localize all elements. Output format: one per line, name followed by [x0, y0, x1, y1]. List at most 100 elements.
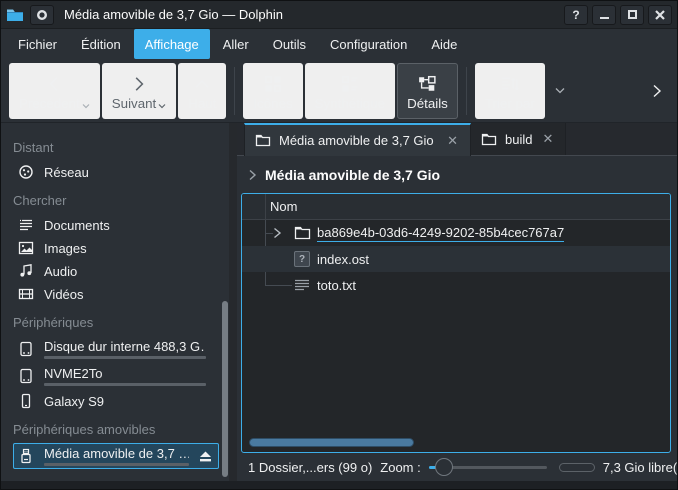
details-view-icon	[418, 71, 436, 93]
file-row-folder[interactable]: ba869e4b-03d6-4249-9202-85b4cec767a7	[242, 220, 670, 246]
menu-aide[interactable]: Aide	[420, 29, 468, 59]
film-icon	[17, 286, 35, 302]
compact-view-icon	[341, 71, 359, 93]
sidebar-item-label: Vidéos	[44, 287, 206, 302]
chevron-right-icon	[248, 169, 257, 181]
chevron-right-icon	[130, 71, 148, 93]
window-bottom-edge	[1, 481, 677, 489]
tab-bar: Média amovible de 3,7 Gio ✕ build ✕	[237, 123, 677, 156]
menu-affichage[interactable]: Affichage	[134, 29, 210, 59]
tab-close-icon[interactable]: ✕	[540, 131, 555, 147]
up-label: Haut	[188, 96, 216, 111]
back-label: Précédent	[19, 96, 80, 111]
unknown-file-icon: ?	[293, 251, 311, 267]
breadcrumb[interactable]: Média amovible de 3,7 Gio	[237, 156, 677, 193]
chevron-up-icon	[193, 71, 211, 93]
file-row-index-ost[interactable]: ? index.ost	[242, 246, 670, 272]
minimize-button[interactable]	[592, 5, 616, 25]
icons-view-label: Icônes	[253, 96, 292, 111]
up-button[interactable]: Haut	[178, 63, 226, 119]
file-row-toto-txt[interactable]: toto.txt	[242, 272, 670, 298]
window-menu-button[interactable]	[30, 5, 54, 25]
sidebar-item-nvme2to[interactable]: NVME2To	[13, 363, 219, 389]
music-note-icon	[17, 263, 35, 279]
menu-aller[interactable]: Aller	[212, 29, 260, 59]
help-button[interactable]: ?	[564, 5, 588, 25]
minimize-icon	[600, 17, 609, 19]
zoom-slider[interactable]	[429, 458, 547, 476]
sidebar-scrollbar[interactable]	[222, 301, 228, 477]
sidebar-item-label: Réseau	[44, 165, 206, 180]
sidebar-item-media-amovible[interactable]: Média amovible de 3,7 …	[13, 443, 219, 469]
disk-usage-bar	[44, 383, 206, 386]
menu-edition[interactable]: Édition	[70, 29, 132, 59]
chevron-down-icon	[158, 103, 166, 109]
details-view-label: Détails	[407, 96, 448, 111]
section-header-peripheriques-amovibles: Périphériques amovibles	[1, 413, 229, 442]
menu-fichier[interactable]: Fichier	[7, 29, 68, 59]
file-view[interactable]: Nom ba869e4b-03d6-424	[241, 193, 671, 453]
toolbar-separator	[234, 67, 235, 115]
sidebar-item-documents[interactable]: Documents	[13, 214, 219, 236]
column-header-nom[interactable]: Nom	[242, 199, 297, 214]
close-button[interactable]	[648, 5, 672, 25]
zoom-slider-handle[interactable]	[435, 458, 453, 476]
file-name[interactable]: index.ost	[317, 252, 369, 267]
folder-icon	[293, 226, 311, 240]
usb-stick-icon	[17, 448, 35, 464]
panel-splitter[interactable]	[229, 123, 237, 481]
folder-icon	[255, 134, 271, 147]
section-header-distant: Distant	[1, 131, 229, 160]
sort-by-label: Trier par	[485, 96, 535, 111]
menu-outils[interactable]: Outils	[262, 29, 317, 59]
file-name[interactable]: toto.txt	[317, 278, 356, 293]
horizontal-scrollbar[interactable]	[249, 438, 414, 447]
toolbar-overflow-button[interactable]	[645, 83, 669, 99]
menu-configuration[interactable]: Configuration	[319, 29, 418, 59]
sidebar-item-videos[interactable]: Vidéos	[13, 283, 219, 305]
disk-usage-bar	[44, 463, 189, 466]
back-button[interactable]: Précédent	[9, 63, 100, 119]
chevron-down-icon	[82, 103, 90, 109]
status-summary: 1 Dossier,...ers (99 o)	[248, 460, 372, 475]
document-lines-icon	[17, 217, 35, 233]
maximize-button[interactable]	[620, 5, 644, 25]
menubar: Fichier Édition Affichage Aller Outils C…	[1, 29, 677, 59]
maximize-icon	[628, 10, 637, 19]
window-title: Média amovible de 3,7 Gio — Dolphin	[64, 7, 558, 22]
sidebar-item-label: Documents	[44, 218, 206, 233]
tab-build[interactable]: build ✕	[471, 123, 566, 155]
sort-dropdown-caret-icon[interactable]	[547, 87, 573, 94]
titlebar[interactable]: Média amovible de 3,7 Gio — Dolphin ?	[1, 1, 677, 29]
circle-badge-icon	[36, 9, 48, 21]
hard-drive-icon	[17, 341, 35, 357]
window-controls: ?	[564, 5, 672, 25]
places-panel: Distant Réseau Chercher Documents	[1, 123, 229, 481]
breadcrumb-location[interactable]: Média amovible de 3,7 Gio	[265, 167, 440, 183]
sort-by-button[interactable]: Trier par	[475, 63, 545, 119]
tab-close-icon[interactable]: ✕	[445, 133, 460, 149]
compact-view-button[interactable]: Synthétique	[305, 63, 395, 119]
window-body: Distant Réseau Chercher Documents	[1, 123, 677, 481]
column-header-row[interactable]: Nom	[242, 194, 670, 220]
sidebar-item-audio[interactable]: Audio	[13, 260, 219, 282]
details-view-button[interactable]: Détails	[397, 63, 458, 119]
sidebar-item-images[interactable]: Images	[13, 237, 219, 259]
chevron-left-icon	[45, 71, 63, 93]
zoom-label: Zoom :	[380, 460, 420, 475]
status-bar: 1 Dossier,...ers (99 o) Zoom : 7,3 Gio l…	[237, 453, 677, 481]
forward-button[interactable]: Suivant	[102, 63, 176, 119]
icons-view-button[interactable]: Icônes	[243, 63, 302, 119]
toolbar-separator	[466, 67, 467, 115]
sidebar-item-label: Média amovible de 3,7 …	[44, 446, 189, 461]
eject-icon[interactable]	[198, 450, 215, 463]
sidebar-item-label: NVME2To	[44, 366, 206, 381]
sidebar-item-disque-interne[interactable]: Disque dur interne 488,3 G…	[13, 336, 219, 362]
tab-media-amovible[interactable]: Média amovible de 3,7 Gio ✕	[244, 123, 471, 156]
section-header-chercher: Chercher	[1, 184, 229, 213]
file-name[interactable]: ba869e4b-03d6-4249-9202-85b4cec767a7	[317, 225, 564, 242]
compact-view-label: Synthétique	[315, 96, 385, 111]
expander-chevron-icon[interactable]	[272, 227, 284, 239]
sidebar-item-reseau[interactable]: Réseau	[13, 161, 219, 183]
sidebar-item-galaxy-s9[interactable]: Galaxy S9	[13, 390, 219, 412]
